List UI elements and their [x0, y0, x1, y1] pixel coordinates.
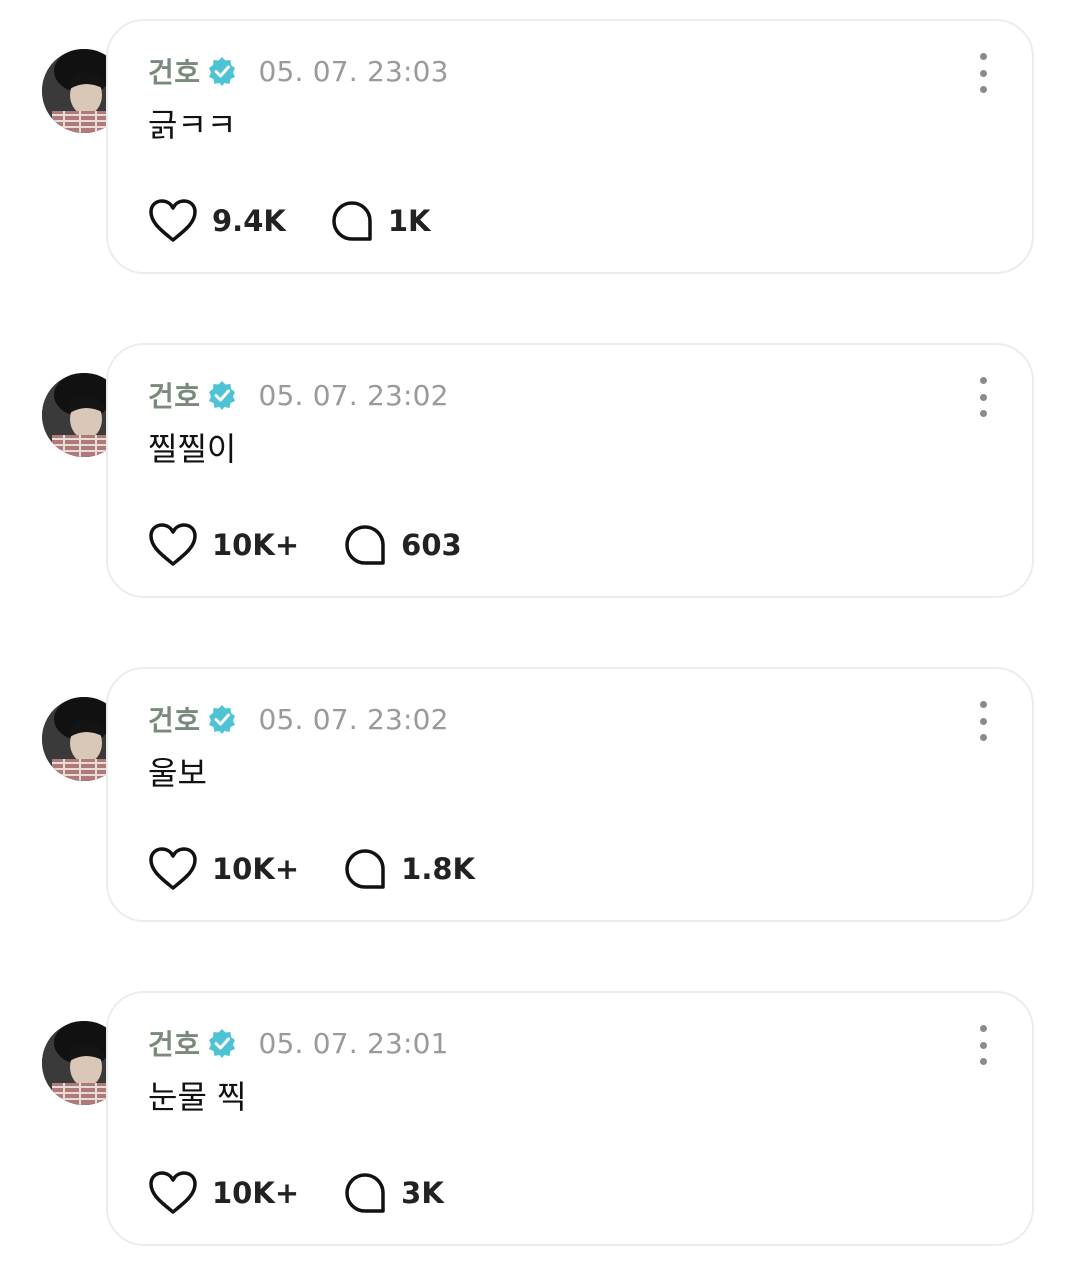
comment-button[interactable]: 1K [330, 199, 431, 243]
more-vertical-icon[interactable] [970, 1025, 996, 1065]
like-button[interactable]: 10K+ [148, 846, 299, 892]
comment-count: 1.8K [401, 852, 475, 886]
post-actions: 9.4K 1K [148, 197, 475, 245]
post-card[interactable]: 건호 05. 07. 23:02 찔찔이 10K+ 603 [106, 343, 1034, 598]
comment-count: 603 [401, 528, 462, 562]
author-name[interactable]: 건호 [148, 699, 201, 739]
post-card[interactable]: 건호 05. 07. 23:03 긁ㅋㅋ 9.4K 1K [106, 19, 1034, 274]
post-text: 긁ㅋㅋ [148, 106, 237, 144]
comment-count: 3K [401, 1176, 444, 1210]
heart-icon [149, 847, 197, 890]
more-vertical-icon[interactable] [970, 53, 996, 93]
like-count: 9.4K [212, 204, 286, 238]
verified-badge-icon [208, 1029, 235, 1058]
heart-icon [149, 199, 197, 242]
author-name[interactable]: 건호 [148, 51, 201, 91]
heart-icon [149, 1171, 197, 1214]
verified-badge-icon [208, 705, 235, 734]
author-name[interactable]: 건호 [148, 375, 201, 415]
author-name[interactable]: 건호 [148, 1023, 201, 1063]
post-actions: 10K+ 3K [148, 1169, 488, 1217]
comment-button[interactable]: 603 [343, 523, 462, 567]
like-button[interactable]: 9.4K [148, 198, 286, 244]
post-text: 눈물 찍 [148, 1078, 247, 1116]
post: 건호 05. 07. 23:01 눈물 찍 10K+ 3K [0, 991, 1080, 1251]
like-button[interactable]: 10K+ [148, 1170, 299, 1216]
timestamp: 05. 07. 23:02 [258, 702, 449, 736]
verified-badge-icon [208, 57, 235, 86]
post: 건호 05. 07. 23:02 울보 10K+ 1.8K [0, 667, 1080, 927]
comment-bubble-icon [345, 525, 385, 565]
post-header: 건호 05. 07. 23:01 [148, 1021, 449, 1065]
comment-button[interactable]: 1.8K [343, 847, 475, 891]
comment-button[interactable]: 3K [343, 1171, 444, 1215]
timestamp: 05. 07. 23:01 [258, 1026, 449, 1060]
post-card[interactable]: 건호 05. 07. 23:02 울보 10K+ 1.8K [106, 667, 1034, 922]
comment-bubble-icon [345, 1173, 385, 1213]
more-vertical-icon[interactable] [970, 377, 996, 417]
post-text: 찔찔이 [148, 430, 237, 468]
comment-count: 1K [387, 204, 431, 238]
heart-icon [149, 523, 197, 566]
like-button[interactable]: 10K+ [148, 522, 299, 568]
timestamp: 05. 07. 23:02 [258, 378, 449, 412]
like-count: 10K+ [212, 852, 300, 886]
comment-bubble-icon [345, 849, 385, 889]
post-header: 건호 05. 07. 23:02 [148, 697, 449, 741]
comment-bubble-icon [332, 201, 372, 241]
post-text: 울보 [148, 754, 207, 792]
timestamp: 05. 07. 23:03 [258, 54, 449, 88]
post-header: 건호 05. 07. 23:03 [148, 49, 449, 93]
post-header: 건호 05. 07. 23:02 [148, 373, 449, 417]
post: 건호 05. 07. 23:03 긁ㅋㅋ 9.4K 1K [0, 19, 1080, 279]
post-actions: 10K+ 603 [148, 521, 506, 569]
more-vertical-icon[interactable] [970, 701, 996, 741]
post: 건호 05. 07. 23:02 찔찔이 10K+ 603 [0, 343, 1080, 603]
post-card[interactable]: 건호 05. 07. 23:01 눈물 찍 10K+ 3K [106, 991, 1034, 1246]
verified-badge-icon [208, 381, 235, 410]
like-count: 10K+ [212, 1176, 300, 1210]
post-actions: 10K+ 1.8K [148, 845, 519, 893]
like-count: 10K+ [212, 528, 300, 562]
